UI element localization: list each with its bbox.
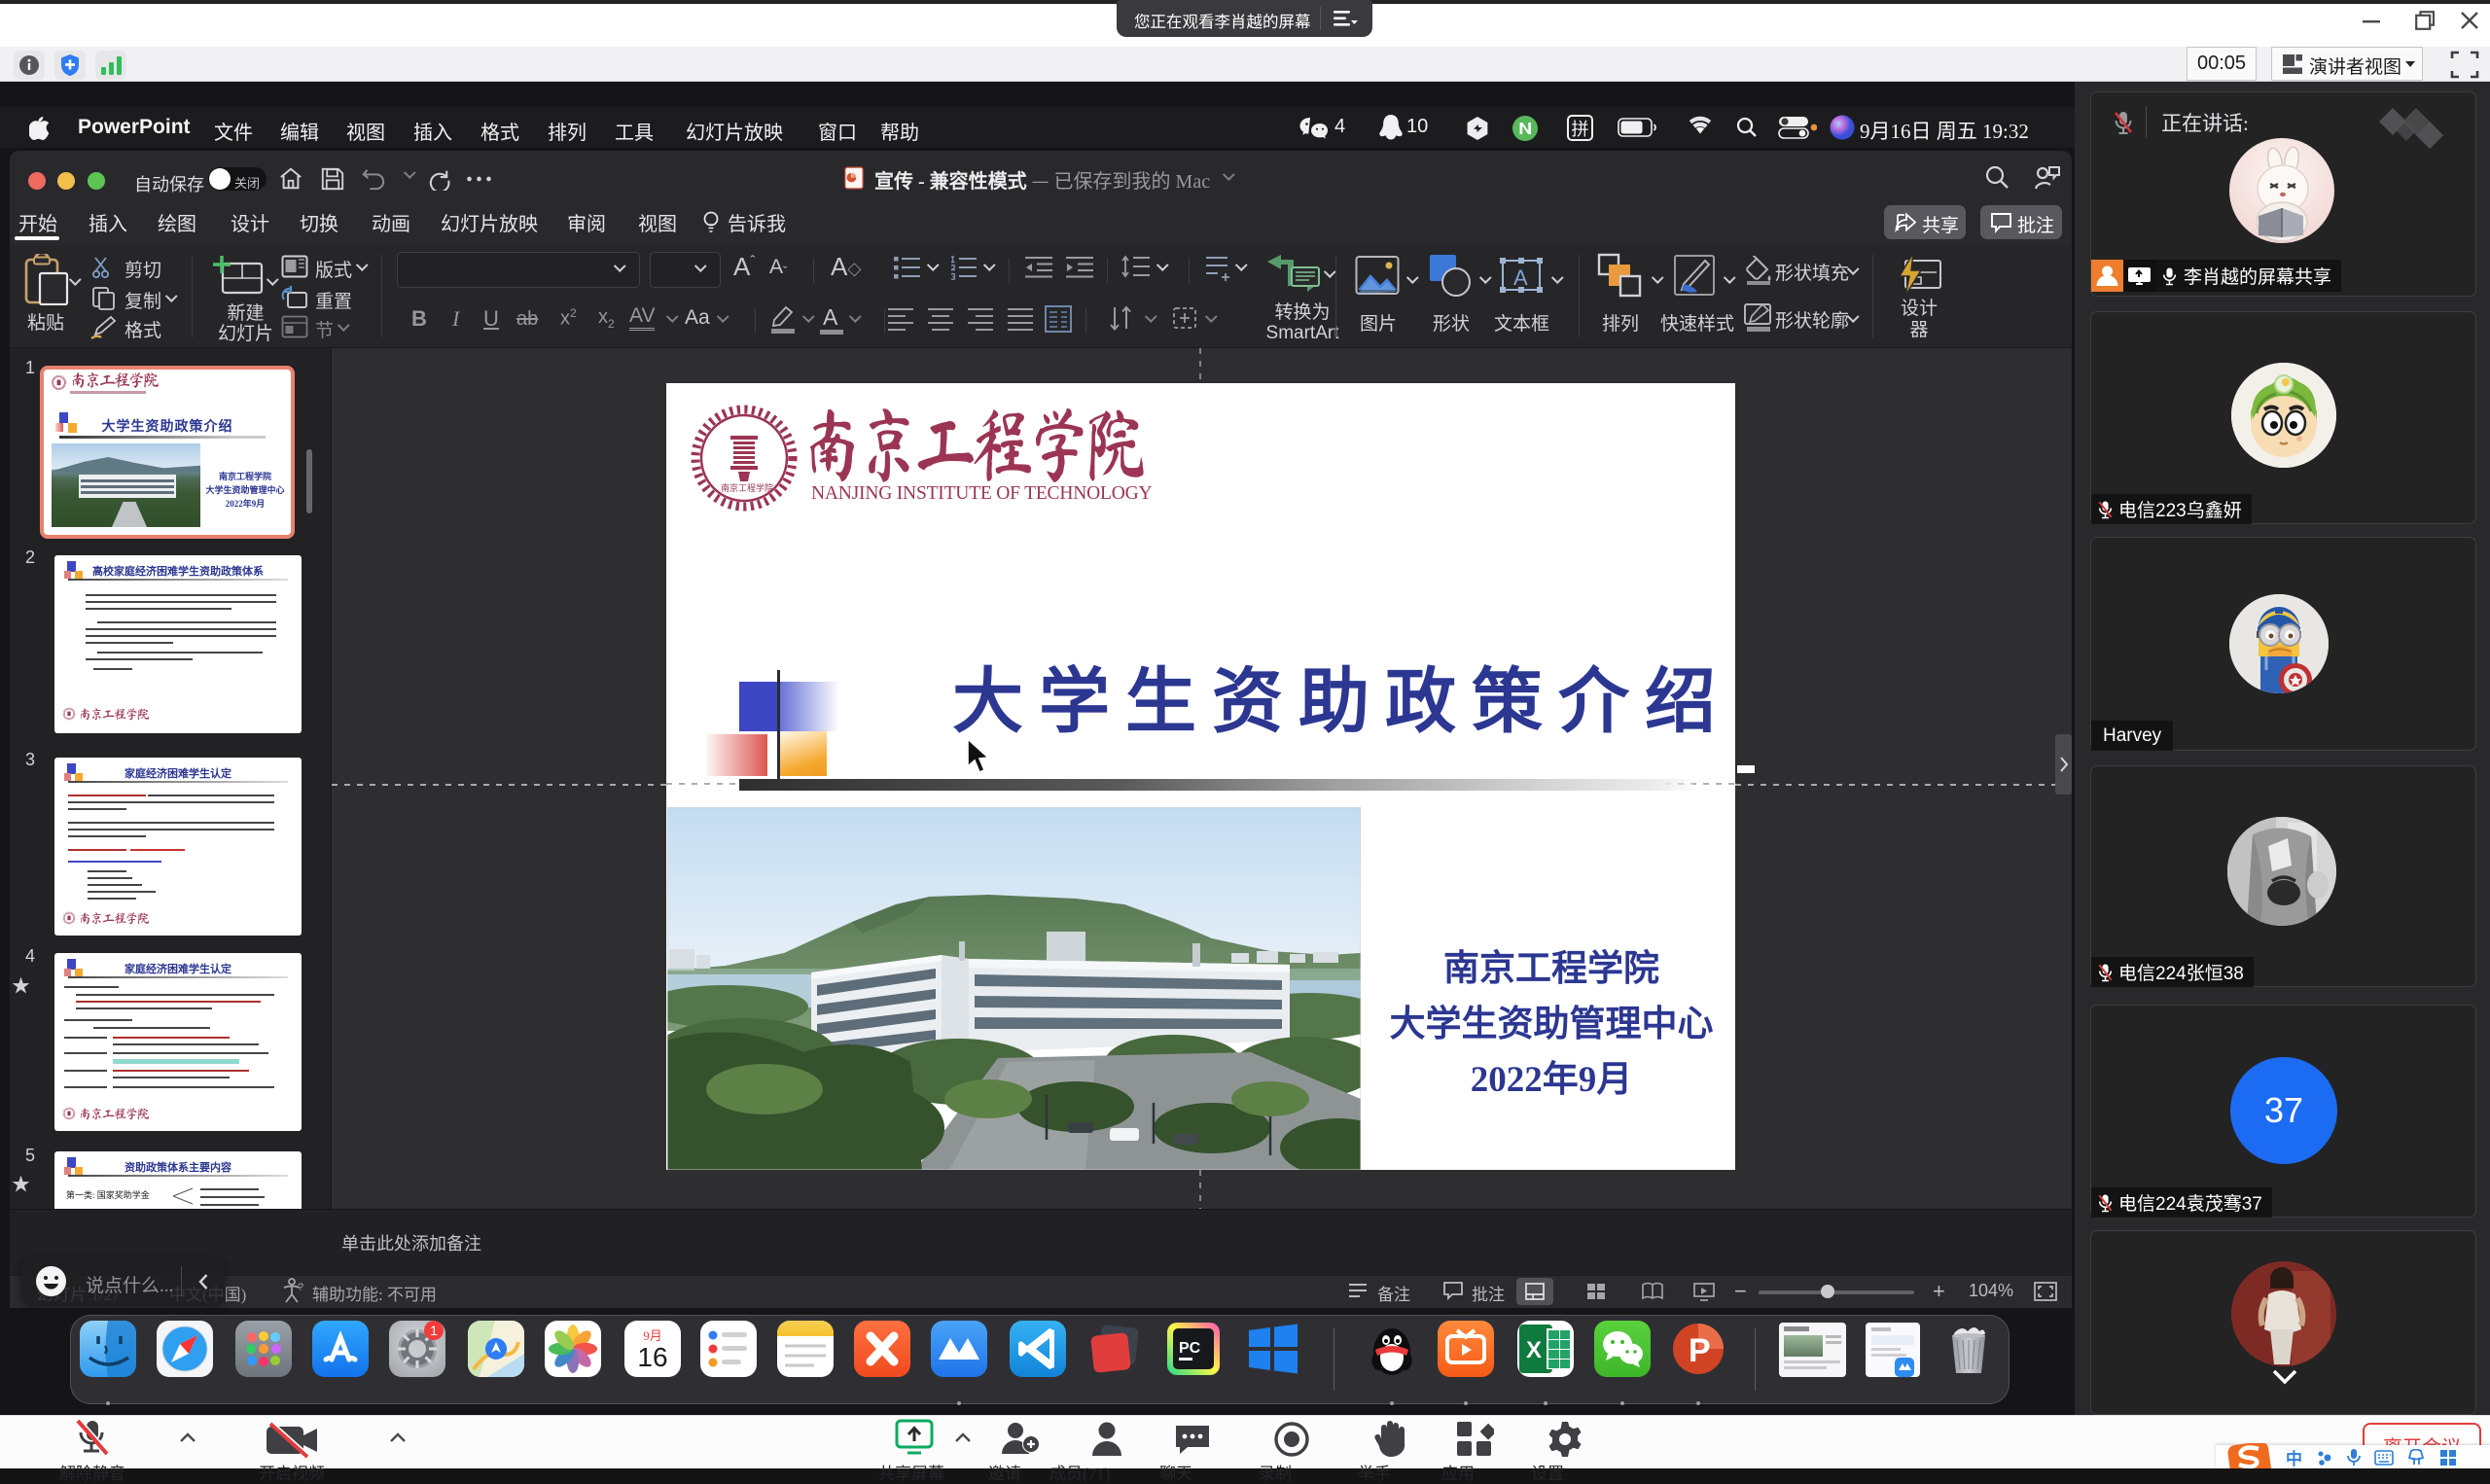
svg-text:A: A [1513,265,1528,290]
svg-text:南京工程学院: 南京工程学院 [721,481,773,494]
svg-text:?: ? [298,1282,303,1293]
svg-text:PC: PC [1179,1340,1201,1357]
svg-text:X: X [1526,1337,1542,1363]
svg-text:P: P [1689,1332,1711,1369]
